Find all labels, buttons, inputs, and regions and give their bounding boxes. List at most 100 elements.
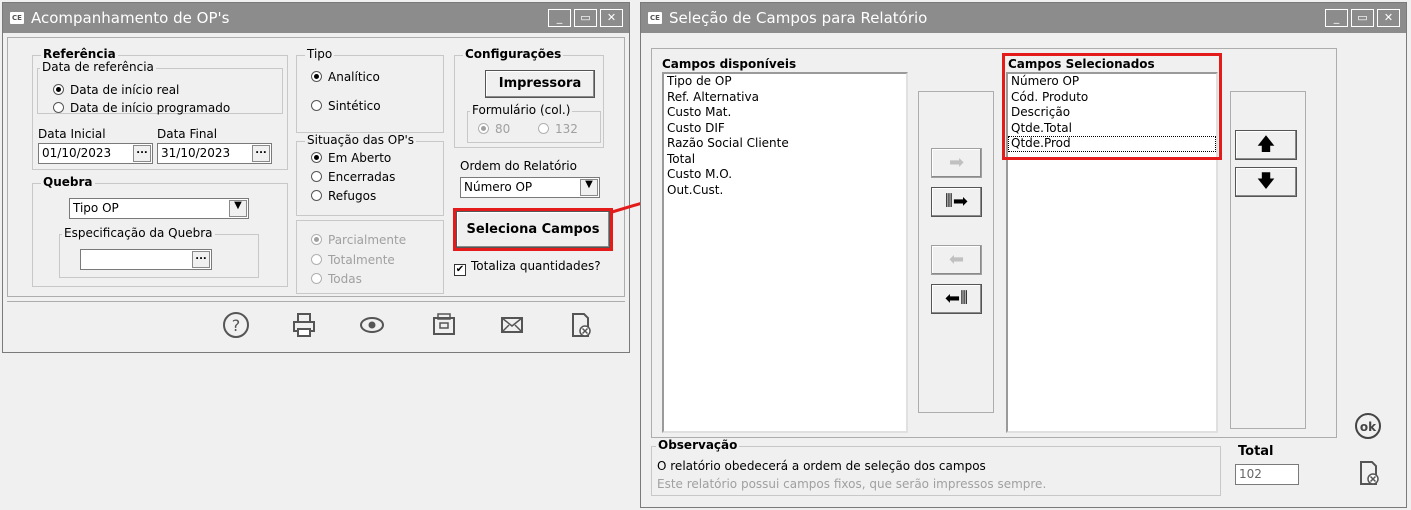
radio-todas[interactable]: Todas: [311, 272, 362, 286]
maximize-button[interactable]: ▭: [574, 9, 597, 27]
tipo-title: Tipo: [305, 47, 335, 61]
radio-label: Todas: [328, 272, 362, 286]
printer-icon[interactable]: [287, 310, 321, 346]
ok-button[interactable]: ok: [1353, 411, 1383, 441]
list-item[interactable]: Custo Mat.: [664, 105, 906, 121]
radio-label: 132: [555, 122, 578, 136]
radio-dot: [478, 123, 489, 134]
remove-all-button[interactable]: ⬅⦀: [931, 284, 982, 314]
radio-dot: [311, 171, 322, 182]
list-item[interactable]: Tipo de OP: [664, 74, 906, 90]
data-inicial-value: 01/10/2023: [42, 146, 112, 160]
radio-label: Encerradas: [328, 170, 396, 184]
remove-one-button[interactable]: ⬅: [931, 245, 982, 275]
radio-dot: [311, 152, 322, 163]
data-final-field[interactable]: 31/10/2023 ...: [157, 143, 272, 164]
radio-label: Totalmente: [328, 253, 395, 267]
ordem-label: Ordem do Relatório: [460, 159, 577, 173]
radio-em-aberto[interactable]: Em Aberto: [311, 151, 391, 165]
radio-dot: [311, 254, 322, 265]
close-document-icon[interactable]: [1353, 458, 1383, 488]
calendar-button[interactable]: ...: [252, 145, 270, 162]
mail-icon[interactable]: [495, 310, 529, 346]
radio-data-real[interactable]: Data de início real: [53, 83, 179, 97]
radio-dot: [53, 102, 64, 113]
help-icon[interactable]: ?: [219, 310, 253, 346]
formulario-group: Formulário (col.) 80 132: [467, 103, 601, 143]
radio-parcialmente[interactable]: Parcialmente: [311, 233, 406, 247]
radio-label: Sintético: [328, 99, 381, 113]
ok-label: ok: [1360, 420, 1377, 434]
radio-refugos[interactable]: Refugos: [311, 189, 376, 203]
close-button[interactable]: ✕: [1377, 9, 1400, 27]
radio-encerradas[interactable]: Encerradas: [311, 170, 395, 184]
add-one-button[interactable]: ➡: [931, 148, 982, 178]
chevron-down-icon[interactable]: ▼: [229, 200, 247, 217]
list-item[interactable]: Custo DIF: [664, 121, 906, 137]
lookup-button[interactable]: ...: [192, 251, 210, 268]
especificacao-field[interactable]: ...: [80, 249, 212, 270]
list-item[interactable]: Out.Cust.: [664, 183, 906, 199]
radio-132[interactable]: 132: [538, 122, 578, 136]
radio-data-programado[interactable]: Data de início programado: [53, 101, 230, 115]
total-value: 102: [1239, 467, 1262, 481]
app-icon: CE: [648, 12, 662, 24]
calendar-button[interactable]: ...: [133, 145, 151, 162]
radio-totalmente[interactable]: Totalmente: [311, 253, 395, 267]
window-title: Seleção de Campos para Relatório: [669, 9, 928, 27]
radio-80[interactable]: 80: [478, 122, 510, 136]
checkbox-box: ✔: [454, 264, 466, 276]
data-referencia-title: Data de referência: [40, 60, 156, 74]
radio-dot: [311, 100, 322, 111]
quebra-select[interactable]: Tipo OP ▼: [69, 198, 249, 219]
totaliza-checkbox[interactable]: ✔ Totaliza quantidades?: [454, 259, 601, 276]
list-item[interactable]: Razão Social Cliente: [664, 136, 906, 152]
especificacao-group: Especificação da Quebra ...: [59, 226, 259, 278]
app-icon: CE: [10, 12, 24, 24]
ordem-value: Número OP: [464, 180, 533, 194]
quebra-group: Quebra Tipo OP ▼ Especificação da Quebra…: [32, 175, 288, 287]
move-down-button[interactable]: 🡇: [1235, 167, 1297, 197]
impressora-button[interactable]: Impressora: [485, 70, 595, 98]
bottom-toolbar: ?: [7, 301, 625, 349]
chevron-down-icon[interactable]: ▼: [580, 179, 598, 196]
svg-text:?: ?: [232, 316, 241, 335]
quebra-value: Tipo OP: [73, 201, 119, 215]
referencia-group: Referência Data de referência Data de in…: [32, 47, 288, 170]
radio-analitico[interactable]: Analítico: [311, 70, 380, 84]
disponiveis-title: Campos disponíveis: [662, 57, 797, 71]
radio-dot: [538, 123, 549, 134]
maximize-button[interactable]: ▭: [1351, 9, 1374, 27]
parcial-group: Parcialmente Totalmente Todas: [296, 220, 444, 294]
move-up-button[interactable]: 🡅: [1235, 130, 1297, 160]
list-item[interactable]: Total: [664, 152, 906, 168]
especificacao-title: Especificação da Quebra: [62, 226, 215, 240]
radio-sintetico[interactable]: Sintético: [311, 99, 381, 113]
ordem-select[interactable]: Número OP ▼: [460, 177, 600, 198]
title-bar: CE Seleção de Campos para Relatório _ ▭ …: [641, 3, 1406, 33]
preview-eye-icon[interactable]: [355, 310, 389, 346]
total-field: 102: [1235, 464, 1299, 485]
disponiveis-list[interactable]: Tipo de OP Ref. Alternativa Custo Mat. C…: [662, 72, 908, 433]
minimize-button[interactable]: _: [1325, 9, 1348, 27]
minimize-button[interactable]: _: [548, 9, 571, 27]
add-all-button[interactable]: ⦀➡: [931, 187, 982, 217]
close-document-icon[interactable]: [563, 310, 597, 346]
data-inicial-field[interactable]: 01/10/2023 ...: [38, 143, 153, 164]
acompanhamento-window: CE Acompanhamento de OP's _ ▭ ✕ Referênc…: [2, 2, 630, 353]
title-bar: CE Acompanhamento de OP's _ ▭ ✕: [3, 3, 629, 33]
quebra-title: Quebra: [41, 175, 95, 189]
data-final-label: Data Final: [157, 127, 218, 141]
data-inicial-label: Data Inicial: [38, 127, 106, 141]
folder-icon[interactable]: [427, 310, 461, 346]
observacao-text-2: Este relatório possui campos fixos, que …: [657, 477, 1047, 491]
list-item[interactable]: Ref. Alternativa: [664, 90, 906, 106]
list-item[interactable]: Custo M.O.: [664, 167, 906, 183]
situacao-title: Situação das OP's: [305, 133, 416, 147]
formulario-title: Formulário (col.): [470, 103, 573, 117]
data-final-value: 31/10/2023: [161, 146, 231, 160]
radio-label: Data de início programado: [70, 101, 231, 115]
radio-dot: [311, 273, 322, 284]
close-button[interactable]: ✕: [600, 9, 623, 27]
configuracoes-group: Configurações Impressora Formulário (col…: [454, 47, 604, 148]
